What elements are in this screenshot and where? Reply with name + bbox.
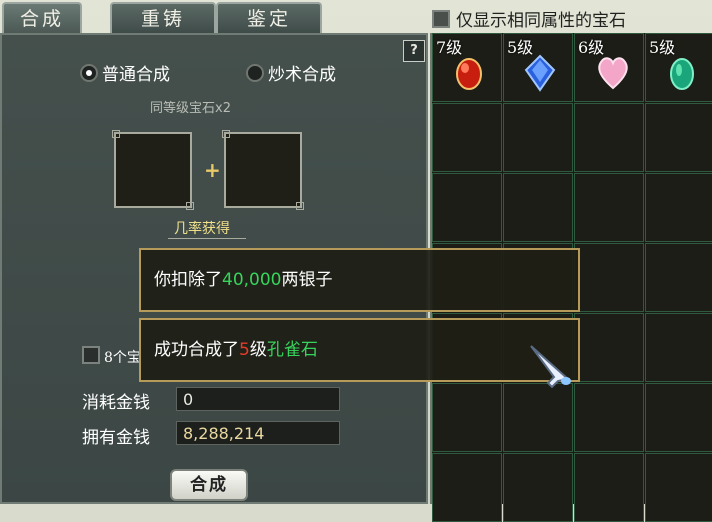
cost-label: 消耗金钱 [82, 393, 150, 413]
msg-success-level-suffix: 级 [249, 340, 267, 360]
inventory-slot[interactable] [432, 383, 502, 452]
inventory-slot[interactable] [574, 453, 644, 522]
msg-deduct-prefix: 你扣除了 [154, 270, 222, 290]
tab-compose[interactable]: 合成 [2, 2, 82, 34]
inventory-slot[interactable] [645, 383, 712, 452]
compose-hint: 同等级宝石x2 [150, 101, 231, 116]
inventory-slot[interactable] [503, 383, 573, 452]
filter-label: 仅显示相同属性的宝石 [456, 11, 626, 31]
mode-normal-label: 普通合成 [102, 65, 170, 85]
inventory-slot[interactable]: 5级 [645, 33, 712, 102]
compose-button[interactable]: 合成 [170, 469, 248, 501]
gem-slot-right[interactable] [222, 130, 304, 210]
plus-sign: + [204, 158, 221, 182]
msg-success-item: 孔雀石 [266, 340, 318, 360]
msg-success-level: 5 [239, 340, 250, 360]
compose-success-message: 成功合成了5级孔雀石 [139, 318, 580, 382]
tab-identify[interactable]: 鉴定 [216, 2, 322, 34]
radio-unselected-icon[interactable] [246, 63, 264, 82]
auto-compose-checkbox[interactable] [82, 346, 100, 364]
inventory-slot[interactable] [574, 383, 644, 452]
inventory-slot[interactable] [574, 313, 644, 382]
inventory-slot[interactable] [503, 103, 573, 172]
inventory-slot[interactable] [503, 173, 573, 242]
inventory-slot[interactable] [574, 173, 644, 242]
filter-checkbox[interactable] [432, 9, 450, 28]
inventory-slot[interactable] [432, 173, 502, 242]
msg-deduct-suffix: 两银子 [281, 270, 333, 290]
inventory-slot[interactable]: 7级 [432, 33, 502, 102]
mode-fry-label: 炒术合成 [268, 65, 336, 85]
msg-success-prefix: 成功合成了 [154, 340, 239, 360]
radio-selected-icon[interactable] [80, 63, 98, 82]
rate-label: 几率获得 [174, 221, 230, 237]
inventory-slot[interactable] [574, 103, 644, 172]
inventory-slot[interactable] [645, 173, 712, 242]
auto-compose-label: 8个宝 [104, 350, 141, 366]
inventory-slot[interactable]: 5级 [503, 33, 573, 102]
inventory-slot[interactable] [432, 453, 502, 522]
same-attribute-filter[interactable]: 仅显示相同属性的宝石 [432, 6, 626, 31]
owned-money-value: 8,288,214 [176, 421, 340, 445]
gem-slot-left[interactable] [112, 130, 194, 210]
inventory-slot[interactable] [503, 453, 573, 522]
deduct-silver-message: 你扣除了40,000两银子 [139, 248, 580, 312]
inventory-slot[interactable] [645, 313, 712, 382]
inventory-slot[interactable] [574, 243, 644, 312]
green-peacock-icon [670, 58, 694, 90]
rate-divider [168, 238, 246, 239]
inventory-slot[interactable]: 6级 [574, 33, 644, 102]
owned-money-label: 拥有金钱 [82, 428, 150, 448]
mode-fry-compose[interactable]: 炒术合成 [246, 60, 336, 85]
inventory-slot[interactable] [645, 453, 712, 522]
pink-heart-icon [598, 57, 628, 90]
mode-normal-compose[interactable]: 普通合成 [80, 60, 170, 85]
cost-value: 0 [176, 387, 340, 411]
blue-sapphire-icon [524, 54, 556, 92]
cursor-pointer-icon [530, 345, 571, 389]
inventory-slot[interactable] [645, 103, 712, 172]
msg-deduct-amount: 40,000 [222, 270, 282, 290]
red-ruby-icon [456, 58, 482, 90]
inventory-slot[interactable] [432, 103, 502, 172]
help-button[interactable]: ? [403, 40, 425, 62]
inventory-slot[interactable] [645, 243, 712, 312]
tab-recast[interactable]: 重铸 [110, 2, 216, 34]
